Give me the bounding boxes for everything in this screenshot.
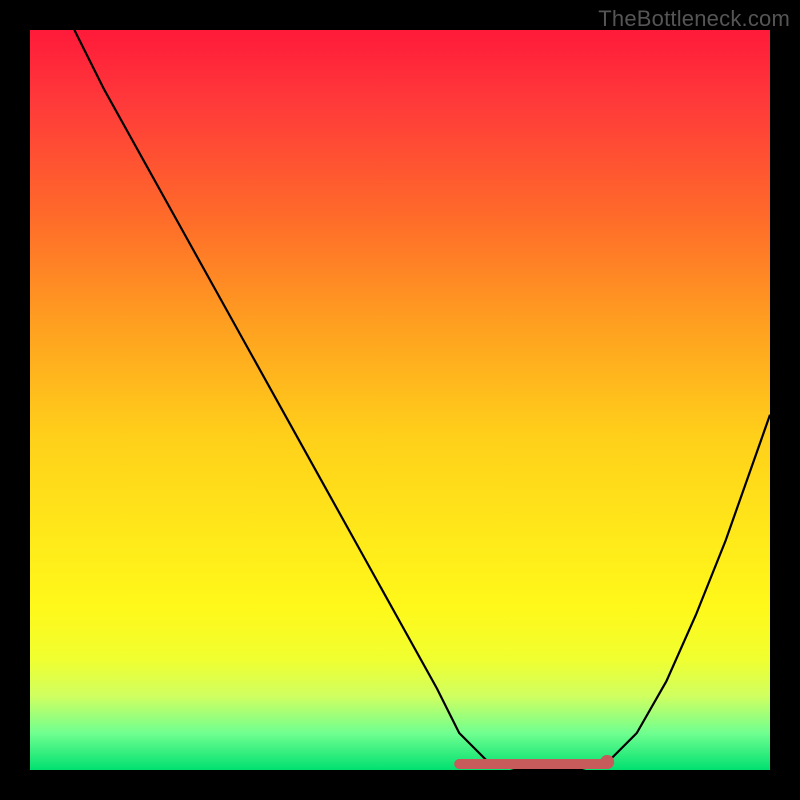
curve-svg [30, 30, 770, 770]
optimal-end-marker [600, 755, 614, 769]
chart-frame: TheBottleneck.com [0, 0, 800, 800]
watermark-text: TheBottleneck.com [598, 6, 790, 32]
plot-area [30, 30, 770, 770]
bottleneck-curve [74, 30, 770, 770]
